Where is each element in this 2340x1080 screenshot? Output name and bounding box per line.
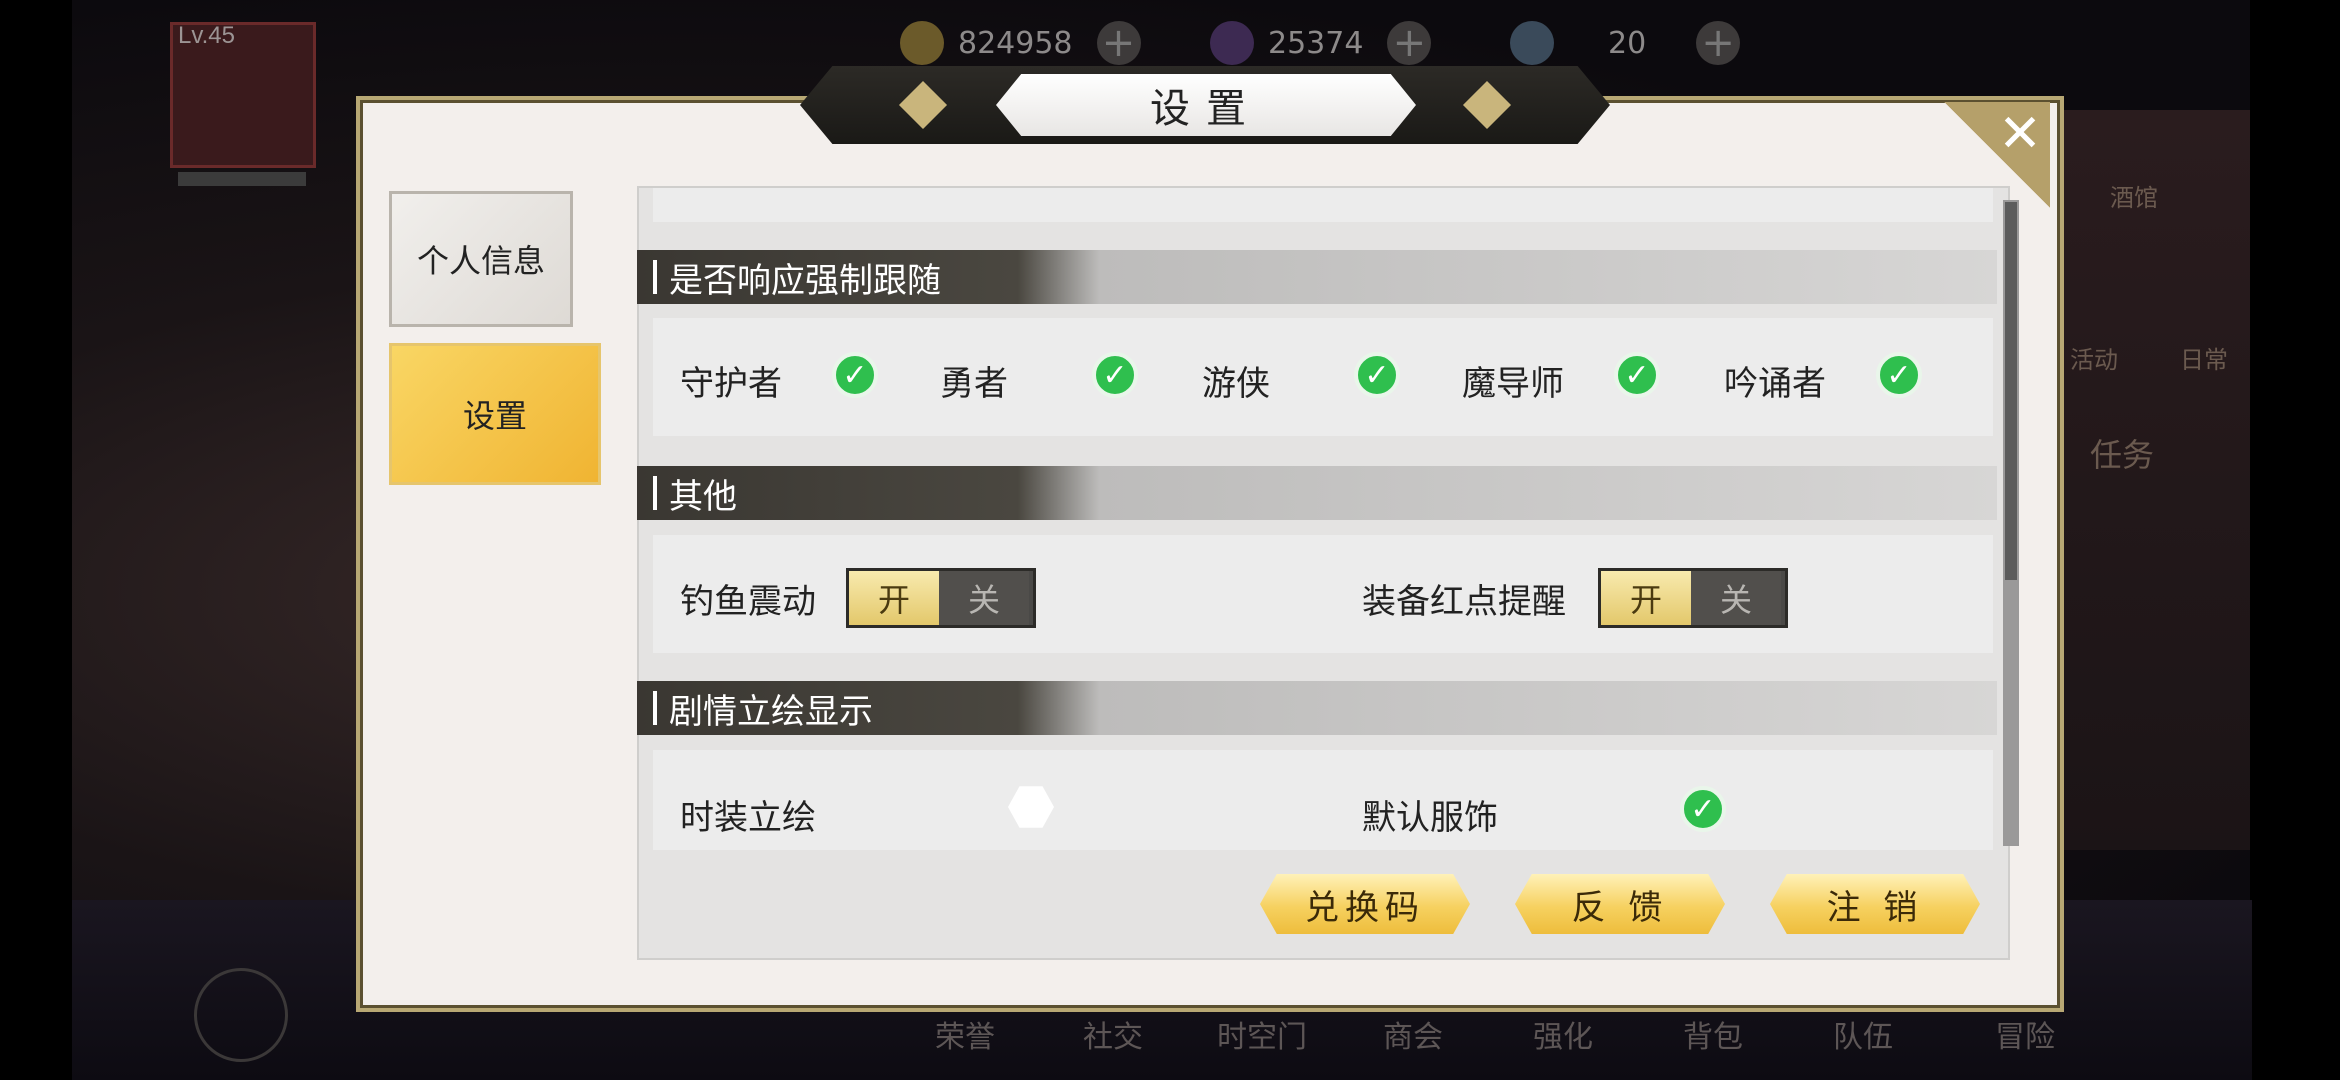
task-tab-label[interactable]: 任务	[2090, 430, 2154, 476]
gem-amount: 25374	[1268, 25, 1364, 61]
level-label: Lv.45	[178, 22, 235, 49]
section-header-follow: 是否响应强制跟随	[637, 250, 1997, 304]
tavern-label[interactable]: 酒馆	[2110, 178, 2158, 213]
toggle-off[interactable]: 关	[939, 571, 1029, 625]
toggle-on[interactable]: 开	[849, 571, 939, 625]
add-orb-button[interactable]: +	[1696, 20, 1741, 66]
left-letterbox	[0, 0, 72, 1080]
nav-enhance[interactable]: 强化	[1533, 1012, 1593, 1056]
nav-team[interactable]: 队伍	[1833, 1012, 1893, 1056]
portrait-options-row	[653, 750, 1993, 850]
checkmark-icon[interactable]: ✓	[1876, 352, 1922, 398]
tab-personal-info-label: 个人信息	[416, 242, 545, 280]
checkmark-icon[interactable]: ✓	[1092, 352, 1138, 398]
checkmark-icon[interactable]: ✓	[1680, 786, 1726, 832]
logout-button[interactable]: 注 销	[1770, 874, 1980, 934]
feedback-label: 反 馈	[1571, 887, 1669, 928]
exp-bar	[178, 172, 306, 186]
section-title-other: 其他	[669, 476, 737, 517]
option-chanter-label: 吟诵者	[1724, 364, 1826, 404]
option-guardian-label: 守护者	[680, 364, 782, 404]
nav-adventure[interactable]: 冒险	[1995, 1012, 2055, 1056]
section-header-other: 其他	[637, 466, 1997, 520]
add-gem-button[interactable]: +	[1387, 20, 1432, 66]
fishing-vibration-label: 钓鱼震动	[680, 582, 816, 622]
checkmark-icon[interactable]: ✓	[1354, 352, 1400, 398]
gold-currency: 824958 +	[900, 18, 1141, 68]
activity-label[interactable]: 活动	[2070, 340, 2118, 375]
fishing-vibration-toggle[interactable]: 开 关	[846, 568, 1036, 628]
logout-label: 注 销	[1826, 887, 1924, 928]
default-outfit-label: 默认服饰	[1362, 798, 1498, 838]
chat-button[interactable]	[194, 968, 288, 1062]
add-gold-button[interactable]: +	[1096, 20, 1141, 66]
nav-guild[interactable]: 商会	[1383, 1012, 1443, 1056]
toggle-on[interactable]: 开	[1601, 571, 1691, 625]
nav-social[interactable]: 社交	[1083, 1012, 1143, 1056]
equip-reminder-toggle[interactable]: 开 关	[1598, 568, 1788, 628]
equip-reminder-label: 装备红点提醒	[1362, 582, 1566, 622]
clipped-row	[653, 188, 1993, 222]
checkmark-icon[interactable]: ✓	[1614, 352, 1660, 398]
header-bar	[653, 691, 657, 725]
fashion-portrait-label: 时装立绘	[680, 798, 816, 838]
quest-side-panel	[2040, 110, 2250, 850]
orb-icon	[1510, 21, 1554, 65]
section-title-portrait: 剧情立绘显示	[669, 691, 873, 732]
option-ranger-label: 游侠	[1202, 364, 1270, 404]
orb-currency: 20 +	[1510, 18, 1741, 68]
section-title-follow: 是否响应强制跟随	[669, 260, 941, 301]
header-bar	[653, 260, 657, 294]
nav-honor[interactable]: 荣誉	[935, 1012, 995, 1056]
gold-amount: 824958	[958, 25, 1073, 61]
nav-portal[interactable]: 时空门	[1217, 1012, 1307, 1056]
tab-settings-label: 设置	[462, 397, 527, 435]
section-header-portrait: 剧情立绘显示	[637, 681, 1997, 735]
header-bar	[653, 476, 657, 510]
gold-coin-icon	[900, 21, 944, 65]
checkmark-icon[interactable]: ✓	[832, 352, 878, 398]
tab-personal-info[interactable]: 个人信息	[389, 191, 573, 327]
orb-amount: 20	[1608, 25, 1647, 61]
toggle-off[interactable]: 关	[1691, 571, 1781, 625]
redeem-code-button[interactable]: 兑换码	[1260, 874, 1470, 934]
gem-currency: 25374 +	[1210, 18, 1432, 68]
tab-settings[interactable]: 设置	[389, 343, 601, 485]
purple-gem-icon	[1210, 21, 1254, 65]
feedback-button[interactable]: 反 馈	[1515, 874, 1725, 934]
close-button[interactable]: ✕	[1994, 108, 2046, 160]
nav-bag[interactable]: 背包	[1683, 1012, 1743, 1056]
redeem-code-label: 兑换码	[1305, 887, 1425, 928]
option-mage-label: 魔导师	[1462, 364, 1564, 404]
scrollbar-thumb[interactable]	[2005, 202, 2017, 580]
dialog-title: 设置	[996, 74, 1416, 136]
right-letterbox	[2250, 0, 2340, 1080]
option-warrior-label: 勇者	[940, 364, 1008, 404]
daily-label[interactable]: 日常	[2180, 340, 2228, 375]
